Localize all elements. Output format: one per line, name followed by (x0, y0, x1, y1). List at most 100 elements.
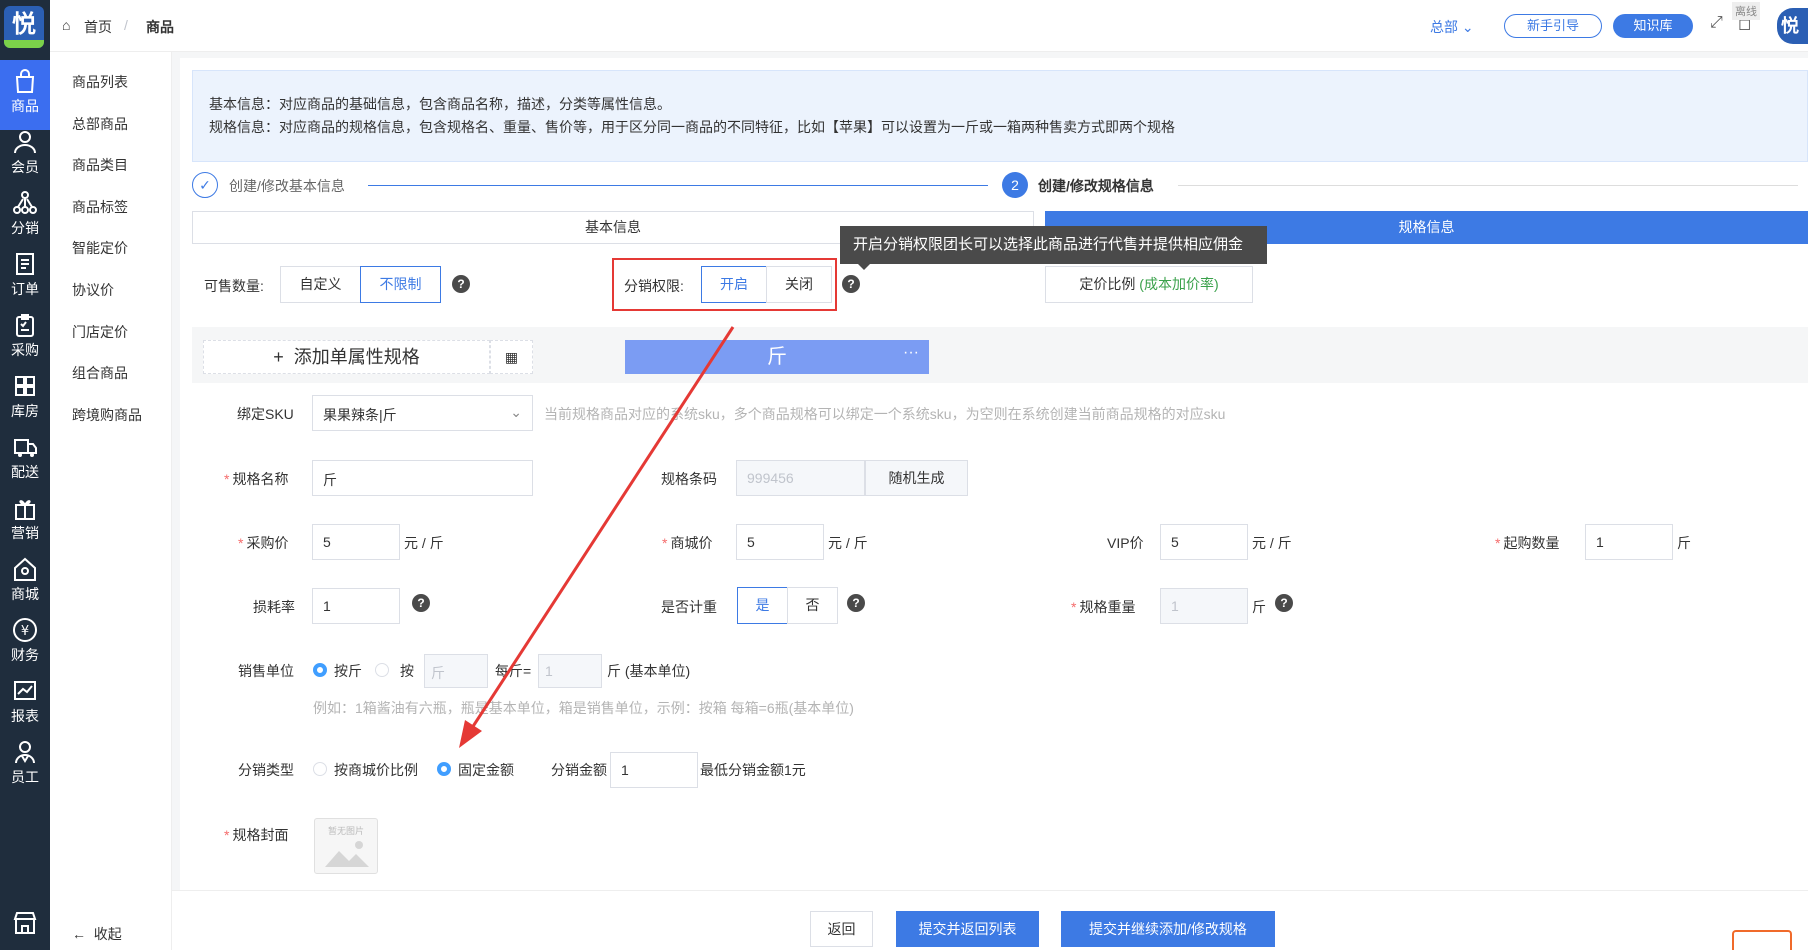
nav-item-0[interactable]: 商品 (0, 60, 50, 130)
guide-button[interactable]: 新手引导 (1504, 14, 1602, 38)
breadcrumb-current: 商品 (146, 19, 174, 35)
chart-icon (14, 681, 36, 700)
help-icon[interactable]: ? (1275, 594, 1293, 612)
subnav-item-0[interactable]: 商品列表 (72, 72, 128, 92)
order-icon (16, 253, 34, 275)
bind-sku-hint: 当前规格商品对应的系统sku，多个商品规格可以绑定一个系统sku，为空则在系统创… (544, 406, 1226, 422)
dist-type-opt2: 固定金额 (458, 762, 514, 778)
home-icon: ⌂ (62, 17, 71, 33)
collapse-button[interactable]: ← 收起 (72, 924, 122, 944)
more-icon[interactable]: ··· (903, 336, 919, 370)
clipboard-icon (16, 314, 34, 337)
spec-tab-jin[interactable]: 斤 ··· (625, 340, 929, 374)
nav-item-8[interactable]: 商城 (0, 548, 50, 618)
nav-item-3[interactable]: 订单 (0, 243, 50, 313)
purchase-price-input[interactable]: 5 (312, 524, 400, 560)
subnav-item-6[interactable]: 门店定价 (72, 322, 128, 342)
barcode-input[interactable]: 999456 (736, 460, 865, 496)
step2-label: 创建/修改规格信息 (1038, 178, 1154, 194)
warehouse-icon (15, 376, 35, 396)
info-notice: 基本信息：对应商品的基础信息，包含商品名称，描述，分类等属性信息。 规格信息：对… (192, 70, 1808, 162)
subnav-item-8[interactable]: 跨境购商品 (72, 405, 142, 425)
per-input[interactable]: 1 (538, 654, 602, 688)
nav-item-4[interactable]: 采购 (0, 304, 50, 374)
bag-icon (15, 69, 35, 93)
help-icon[interactable]: ? (452, 275, 470, 293)
dist-type-radio-ratio[interactable] (313, 762, 327, 776)
nav-item-10[interactable]: 报表 (0, 670, 50, 740)
bind-sku-select[interactable]: 果果辣条|斤 ⌄ (312, 395, 533, 431)
nav-item-5[interactable]: 库房 (0, 365, 50, 435)
subnav-item-5[interactable]: 协议价 (72, 280, 114, 300)
submit-return-button[interactable]: 提交并返回列表 (896, 911, 1039, 947)
weigh-yes[interactable]: 是 (737, 587, 788, 624)
dist-amount-input[interactable]: 1 (610, 752, 698, 788)
app-logo[interactable]: 悦 (4, 6, 44, 48)
spec-name-input[interactable]: 斤 (312, 460, 533, 496)
mall-price-input[interactable]: 5 (736, 524, 824, 560)
sale-unit-radio-jin[interactable] (313, 663, 327, 677)
pricing-ratio-button[interactable]: 定价比例 (成本加价率) (1045, 266, 1253, 303)
weigh-no[interactable]: 否 (787, 587, 838, 624)
knowledge-button[interactable]: 知识库 (1613, 14, 1693, 38)
subnav-item-2[interactable]: 商品类目 (72, 155, 128, 175)
subnav-item-4[interactable]: 智能定价 (72, 238, 128, 258)
submit-continue-button[interactable]: 提交并继续添加/修改规格 (1061, 911, 1275, 947)
nav-item-11[interactable]: 员工 (0, 731, 50, 801)
min-qty-unit: 斤 (1677, 535, 1691, 551)
tooltip-arrow (858, 264, 870, 270)
sale-unit-input[interactable]: 斤 (424, 654, 488, 688)
tooltip: 开启分销权限团长可以选择此商品进行代售并提供相应佣金 (840, 226, 1267, 264)
dist-type-radio-fixed[interactable] (437, 762, 451, 776)
add-spec-button[interactable]: + 添加单属性规格 (203, 340, 490, 374)
store-bottom-icon[interactable] (0, 898, 50, 950)
nav-label: 商城 (11, 586, 39, 602)
subnav-item-7[interactable]: 组合商品 (72, 363, 128, 383)
subnav-item-3[interactable]: 商品标签 (72, 197, 128, 217)
vip-price-input[interactable]: 5 (1160, 524, 1248, 560)
nav-item-1[interactable]: 会员 (0, 121, 50, 191)
sale-unit-radio-custom[interactable] (375, 663, 389, 677)
help-icon[interactable]: ? (847, 594, 865, 612)
nav-label: 会员 (11, 159, 39, 175)
nav-label: 报表 (11, 708, 39, 724)
sale-qty-custom[interactable]: 自定义 (280, 266, 361, 303)
help-icon[interactable]: ? (842, 275, 860, 293)
nav-label: 商品 (11, 98, 39, 114)
dist-type-opt1: 按商城价比例 (334, 762, 418, 778)
spec-weight-label: * 规格重量 (1071, 599, 1136, 615)
cover-image-placeholder[interactable]: 暂无图片 (314, 818, 378, 874)
user-icon (14, 131, 36, 154)
annotation-highlight-box (612, 258, 837, 311)
avatar[interactable]: 悦 (1777, 8, 1808, 44)
nav-item-9[interactable]: ¥ 财务 (0, 609, 50, 679)
nav-label: 配送 (11, 464, 39, 480)
loss-rate-input[interactable]: 1 (312, 588, 400, 624)
offline-badge: 离线 (1732, 2, 1760, 20)
grid-icon[interactable]: ▦ (490, 340, 533, 374)
back-button[interactable]: 返回 (810, 911, 873, 947)
spec-weight-input[interactable]: 1 (1160, 588, 1248, 624)
subnav-item-1[interactable]: 总部商品 (72, 114, 128, 134)
sale-unit-opt2: 按 (400, 663, 414, 679)
vip-price-label: VIP价 (1107, 535, 1144, 551)
nav-item-7[interactable]: 营销 (0, 487, 50, 557)
sale-qty-unlimited[interactable]: 不限制 (360, 266, 441, 303)
bind-sku-label: 绑定SKU (237, 406, 294, 422)
dist-amount-hint: 最低分销金额1元 (700, 762, 806, 778)
breadcrumb-home[interactable]: 首页 (84, 17, 112, 37)
info-line-1: 基本信息：对应商品的基础信息，包含商品名称，描述，分类等属性信息。 (209, 96, 671, 112)
cover-placeholder-text: 暂无图片 (327, 826, 364, 836)
network-icon (13, 191, 37, 214)
sub-nav: 商品列表总部商品商品类目商品标签智能定价协议价门店定价组合商品跨境购商品 ← 收… (50, 52, 172, 950)
nav-item-2[interactable]: 分销 (0, 182, 50, 252)
min-qty-input[interactable]: 1 (1585, 524, 1673, 560)
chevron-down-icon: ⌄ (510, 404, 522, 420)
hq-dropdown[interactable]: 总部 ⌄ (1430, 17, 1474, 37)
step2-number: 2 (1002, 172, 1028, 198)
nav-item-6[interactable]: 配送 (0, 426, 50, 496)
fullscreen-icon[interactable]: ⤢ (1710, 14, 1723, 32)
sale-qty-label: 可售数量: (204, 278, 264, 294)
barcode-generate-button[interactable]: 随机生成 (865, 460, 968, 496)
help-icon[interactable]: ? (412, 594, 430, 612)
